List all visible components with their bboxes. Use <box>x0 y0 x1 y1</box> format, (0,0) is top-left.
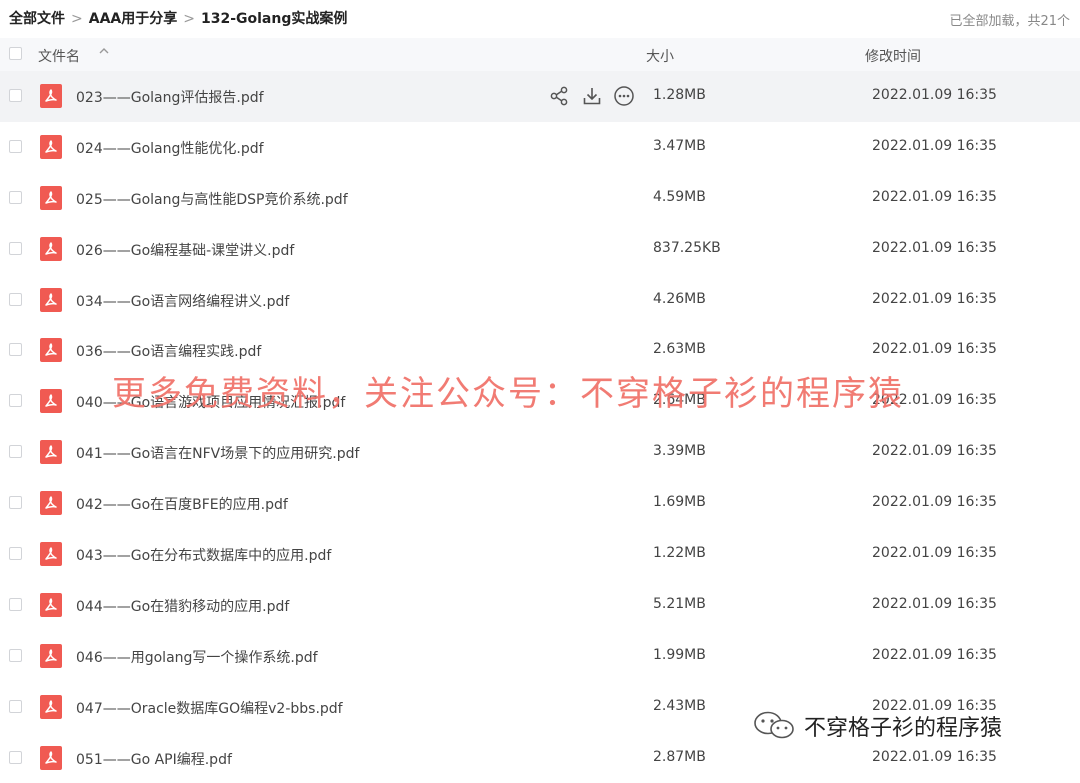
row-checkbox[interactable] <box>9 496 22 510</box>
pdf-file-icon <box>40 338 62 363</box>
chevron-right-icon: > <box>183 11 195 27</box>
pdf-file-icon <box>40 236 62 261</box>
file-size: 4.26MB <box>653 290 706 307</box>
share-icon[interactable] <box>548 85 570 107</box>
watermark-text: 更多免费资料，关注公众号：不穿格子衫的程序猿 <box>112 374 904 414</box>
pdf-file-icon <box>40 643 62 668</box>
row-checkbox[interactable] <box>9 190 22 204</box>
file-modified-time: 2022.01.09 16:35 <box>872 188 997 205</box>
file-size: 2.63MB <box>653 341 706 358</box>
row-checkbox[interactable] <box>9 343 22 357</box>
file-modified-time: 2022.01.09 16:35 <box>872 87 997 103</box>
row-checkbox[interactable] <box>9 292 22 306</box>
row-checkbox[interactable] <box>9 445 22 459</box>
file-modified-time: 2022.01.09 16:35 <box>872 748 997 765</box>
row-checkbox[interactable] <box>9 547 22 561</box>
file-name[interactable]: 046——用golang写一个操作系统.pdf <box>76 647 318 667</box>
file-size: 2.87MB <box>653 748 706 765</box>
file-modified-time: 2022.01.09 16:35 <box>872 443 997 460</box>
brand-name: 不穿格子衫的程序猿 <box>804 716 1003 741</box>
breadcrumb-item-current: 132-Golang实战案例 <box>200 11 348 27</box>
row-checkbox[interactable] <box>9 597 22 611</box>
file-modified-time: 2022.01.09 16:35 <box>872 595 997 612</box>
file-row[interactable]: 042——Go在百度BFE的应用.pdf 1.69MB 2022.01.09 16:… <box>0 478 1080 529</box>
load-status: 已全部加载，共21个 <box>949 14 1070 29</box>
pdf-file-icon <box>40 389 62 414</box>
file-name[interactable]: 024——Golang性能优化.pdf <box>76 138 264 158</box>
file-name[interactable]: 026——Go编程基础-课堂讲义.pdf <box>76 240 294 260</box>
file-row[interactable]: 034——Go语言网络编程讲义.pdf 4.26MB 2022.01.09 16:3… <box>0 275 1080 326</box>
file-size: 1.28MB <box>653 87 706 103</box>
file-row[interactable]: 026——Go编程基础-课堂讲义.pdf 837.25KB 2022.01.09 1… <box>0 224 1080 275</box>
pdf-file-icon <box>40 542 62 567</box>
pdf-file-icon <box>40 440 62 465</box>
wechat-icon <box>754 711 794 739</box>
file-modified-time: 2022.01.09 16:35 <box>872 239 997 256</box>
file-name[interactable]: 034——Go语言网络编程讲义.pdf <box>76 291 289 311</box>
file-row[interactable]: 025——Golang与高性能DSP竞价系统.pdf 4.59MB 2022.01.… <box>0 173 1080 224</box>
pdf-file-icon <box>40 491 62 516</box>
file-size: 1.99MB <box>653 646 706 663</box>
file-row[interactable]: 044——Go在猎豹移动的应用.pdf 5.21MB 2022.01.09 16:3… <box>0 580 1080 631</box>
file-row[interactable]: 043——Go在分布式数据库中的应用.pdf 1.22MB 2022.01.09 1… <box>0 529 1080 580</box>
breadcrumb-item-root[interactable]: 全部文件 <box>9 11 65 27</box>
column-header-modified[interactable]: 修改时间 <box>865 46 921 66</box>
breadcrumb: 全部文件 > AAA用于分享 >132-Golang实战案例 <box>9 8 347 28</box>
file-size: 4.59MB <box>653 188 706 205</box>
file-row[interactable]: 023——Golang评估报告.pdf 1.28MB 2022.01.09 16:3… <box>0 71 1080 122</box>
file-name[interactable]: 036——Go语言编程实践.pdf <box>76 341 261 361</box>
pdf-file-icon <box>40 84 62 108</box>
file-modified-time: 2022.01.09 16:35 <box>872 341 997 358</box>
file-list-header: 文件名 大小 修改时间 <box>0 38 1080 72</box>
file-name[interactable]: 044——Go在猎豹移动的应用.pdf <box>76 596 289 616</box>
file-modified-time: 2022.01.09 16:35 <box>872 494 997 511</box>
file-list: 023——Golang评估报告.pdf 1.28MB 2022.01.09 16:3… <box>0 71 1080 783</box>
row-checkbox[interactable] <box>9 139 22 153</box>
file-name[interactable]: 047——Oracle数据库GO编程v2-bbs.pdf <box>76 698 343 718</box>
file-size: 3.47MB <box>653 137 706 154</box>
file-size: 3.39MB <box>653 443 706 460</box>
breadcrumb-item-share[interactable]: AAA用于分享 <box>89 11 178 27</box>
column-header-name[interactable]: 文件名 <box>38 46 80 66</box>
row-checkbox[interactable] <box>9 648 22 662</box>
pdf-file-icon <box>40 592 62 617</box>
row-checkbox[interactable] <box>9 750 22 764</box>
file-row[interactable]: 046——用golang写一个操作系统.pdf 1.99MB 2022.01.09 … <box>0 631 1080 682</box>
row-checkbox[interactable] <box>9 89 22 102</box>
row-checkbox[interactable] <box>9 699 22 713</box>
chevron-right-icon: > <box>71 11 83 27</box>
file-size: 1.69MB <box>653 494 706 511</box>
row-checkbox[interactable] <box>9 394 22 408</box>
file-row[interactable]: 024——Golang性能优化.pdf 3.47MB 2022.01.09 16:3… <box>0 122 1080 173</box>
pdf-file-icon <box>40 694 62 719</box>
file-name[interactable]: 042——Go在百度BFE的应用.pdf <box>76 494 288 514</box>
column-header-size[interactable]: 大小 <box>646 46 674 66</box>
file-name[interactable]: 025——Golang与高性能DSP竞价系统.pdf <box>76 189 348 209</box>
select-all-checkbox[interactable] <box>9 47 22 60</box>
pdf-file-icon <box>40 745 62 770</box>
file-size: 5.21MB <box>653 595 706 612</box>
file-name[interactable]: 041——Go语言在NFV场景下的应用研究.pdf <box>76 443 359 463</box>
row-checkbox[interactable] <box>9 241 22 255</box>
file-row[interactable]: 041——Go语言在NFV场景下的应用研究.pdf 3.39MB 2022.01.0… <box>0 427 1080 478</box>
file-name[interactable]: 023——Golang评估报告.pdf <box>76 87 264 107</box>
file-size: 1.22MB <box>653 545 706 562</box>
file-modified-time: 2022.01.09 16:35 <box>872 646 997 663</box>
pdf-file-icon <box>40 134 62 159</box>
file-modified-time: 2022.01.09 16:35 <box>872 137 997 154</box>
file-modified-time: 2022.01.09 16:35 <box>872 290 997 307</box>
file-size: 837.25KB <box>653 239 721 256</box>
file-name[interactable]: 051——Go API编程.pdf <box>76 749 232 769</box>
download-icon[interactable] <box>581 85 603 107</box>
more-options-icon[interactable] <box>613 85 635 107</box>
pdf-file-icon <box>40 287 62 312</box>
sort-ascending-icon[interactable] <box>98 45 110 60</box>
file-size: 2.43MB <box>653 697 706 714</box>
file-name[interactable]: 043——Go在分布式数据库中的应用.pdf <box>76 545 331 565</box>
file-modified-time: 2022.01.09 16:35 <box>872 545 997 562</box>
top-bar: 全部文件 > AAA用于分享 >132-Golang实战案例 已全部加载，共21个 <box>0 0 1080 38</box>
pdf-file-icon <box>40 185 62 210</box>
